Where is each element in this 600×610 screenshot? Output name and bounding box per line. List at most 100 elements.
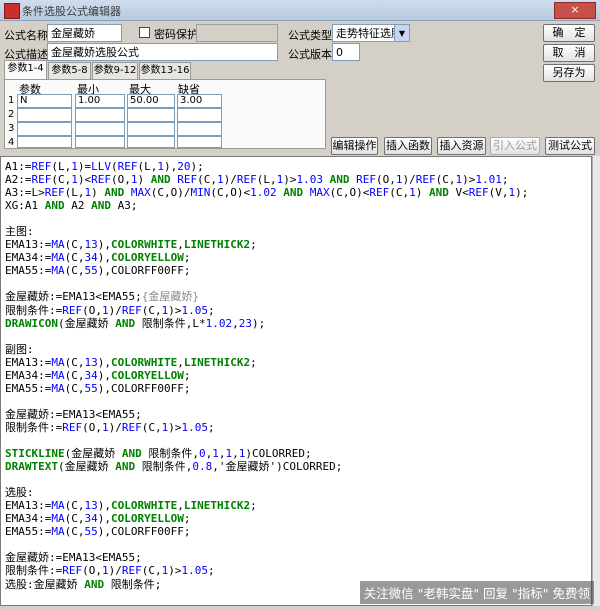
code-line[interactable]: EMA13:=MA(C,13),COLORWHITE,LINETHICK2; [5, 356, 528, 369]
code-line[interactable]: EMA34:=MA(C,34),COLORYELLOW; [5, 369, 528, 382]
code-line[interactable]: 金屋藏娇:=EMA13<EMA55; [5, 551, 528, 564]
code-token: 23 [238, 316, 252, 330]
code-token: (C,O)< [210, 186, 251, 200]
code-token: ), [164, 160, 178, 173]
code-line[interactable]: 限制条件:=REF(O,1)/REF(C,1)>1.05; [5, 564, 528, 577]
param-min-cell[interactable] [75, 136, 125, 148]
code-line[interactable]: 金屋藏娇:=EMA13<EMA55; [5, 408, 528, 421]
editor-scrollbar[interactable] [592, 156, 600, 606]
code-line[interactable]: STICKLINE(金屋藏娇 AND 限制条件,0,1,1,1)COLORRED… [5, 447, 528, 460]
code-token: 34 [84, 512, 98, 526]
code-line[interactable]: 限制条件:=REF(O,1)/REF(C,1)>1.05; [5, 421, 528, 434]
code-token: 1 [102, 420, 109, 434]
code-token: 1.02 [250, 186, 277, 200]
code-token: V< [448, 186, 469, 200]
code-token: ); [515, 186, 529, 200]
import-formula-button[interactable]: 引入公式 [490, 137, 540, 155]
code-line[interactable]: A2:=REF(C,1)<REF(O,1) AND REF(C,1)/REF(L… [5, 173, 528, 186]
code-token: 金屋藏娇:=EMA13<EMA55; [5, 551, 142, 565]
code-line[interactable] [5, 538, 528, 551]
ok-button[interactable]: 确 定 [543, 24, 595, 42]
code-line[interactable]: 选股: [5, 486, 528, 499]
param-name-cell[interactable] [17, 108, 72, 122]
code-line[interactable] [5, 277, 528, 290]
code-token: ( [111, 160, 118, 173]
param-default-cell[interactable] [177, 108, 222, 122]
param-max-cell[interactable] [127, 108, 175, 122]
param-min-cell[interactable] [75, 108, 125, 122]
formula-desc-input[interactable]: 金屋藏娇选股公式 [47, 43, 278, 61]
code-line[interactable]: 主图: [5, 225, 528, 238]
param-max-cell[interactable]: 50.00 [127, 94, 175, 108]
tab-params-1-4[interactable]: 参数1-4 [4, 60, 47, 80]
param-default-cell[interactable]: 3.00 [177, 94, 222, 108]
code-editor[interactable]: A1:=REF(L,1)=LLV(REF(L,1),20); A2:=REF(C,… [0, 156, 592, 606]
tab-params-5-8[interactable]: 参数5-8 [48, 62, 91, 79]
password-checkbox[interactable] [139, 27, 150, 38]
edit-operation-button[interactable]: 编辑操作 [331, 137, 378, 155]
code-token: (C, [64, 381, 85, 395]
close-button[interactable]: × [554, 2, 596, 19]
code-token: 1 [130, 173, 138, 187]
params-panel: 参数 最小 最大 缺省 1 N 1.00 50.00 3.00 2 3 4 [4, 79, 326, 149]
code-line[interactable] [5, 473, 528, 486]
code-token: 34 [84, 251, 98, 265]
code-line[interactable]: A1:=REF(L,1)=LLV(REF(L,1),20); [5, 160, 528, 173]
param-name-cell[interactable]: N [17, 94, 72, 108]
code-token: (C, [141, 564, 162, 578]
code-token: REF [31, 173, 52, 187]
code-line[interactable]: EMA34:=MA(C,34),COLORYELLOW; [5, 251, 528, 264]
code-line[interactable] [5, 395, 528, 408]
param-max-cell[interactable] [127, 122, 175, 136]
code-token: MAX [130, 186, 151, 200]
password-input[interactable] [196, 24, 278, 42]
code-line[interactable]: EMA55:=MA(C,55),COLORFF00FF; [5, 264, 528, 277]
insert-resource-button[interactable]: 插入资源 [437, 137, 486, 155]
param-min-cell[interactable]: 1.00 [75, 94, 125, 108]
save-as-button[interactable]: 另存为 [543, 64, 595, 82]
code-line[interactable]: 副图: [5, 343, 528, 356]
code-token: 选股:金屋藏娇 [5, 577, 85, 591]
formula-name-input[interactable]: 金屋藏娇 [47, 24, 122, 42]
formula-type-select[interactable]: 走势特征选股 ▼ [332, 24, 410, 42]
tab-params-9-12[interactable]: 参数9-12 [92, 62, 138, 79]
code-line[interactable]: EMA13:=MA(C,13),COLORWHITE,LINETHICK2; [5, 238, 528, 251]
code-text[interactable]: A1:=REF(L,1)=LLV(REF(L,1),20); A2:=REF(C,… [5, 160, 528, 591]
code-line[interactable]: XG:A1 AND A2 AND A3; [5, 199, 528, 212]
formula-version-input[interactable]: 0 [332, 43, 360, 61]
code-token: 限制条件; [104, 577, 162, 591]
param-max-cell[interactable] [127, 136, 175, 148]
code-line[interactable]: DRAWTEXT(金屋藏娇 AND 限制条件,0.8,'金屋藏娇')COLORR… [5, 460, 528, 473]
param-default-cell[interactable] [177, 136, 222, 148]
code-line[interactable] [5, 212, 528, 225]
code-token: AND [329, 173, 350, 187]
code-line[interactable]: EMA34:=MA(C,34),COLORYELLOW; [5, 512, 528, 525]
code-token: (C, [64, 238, 85, 252]
code-token: COLORYELLOW [110, 368, 184, 382]
param-min-cell[interactable] [75, 122, 125, 136]
code-line[interactable] [5, 330, 528, 343]
code-token: REF [44, 186, 65, 200]
tab-params-13-16[interactable]: 参数13-16 [139, 62, 191, 79]
code-token: AND [150, 173, 171, 187]
cancel-button[interactable]: 取 消 [543, 44, 595, 62]
code-token: ; [208, 303, 215, 317]
param-name-cell[interactable] [17, 136, 72, 148]
param-name-cell[interactable] [17, 122, 72, 136]
code-token: LINETHICK2 [183, 238, 251, 252]
code-line[interactable]: 限制条件:=REF(O,1)/REF(C,1)>1.05; [5, 304, 528, 317]
code-line[interactable] [5, 434, 528, 447]
code-line[interactable]: EMA55:=MA(C,55),COLORFF00FF; [5, 382, 528, 395]
code-line[interactable]: DRAWICON(金屋藏娇 AND 限制条件,L*1.02,23); [5, 317, 528, 330]
code-line[interactable]: 金屋藏娇:=EMA13<EMA55;{金屋藏娇} [5, 290, 528, 303]
code-token: 55 [84, 264, 98, 278]
param-default-cell[interactable] [177, 122, 222, 136]
code-line[interactable]: A3:=L>REF(L,1) AND MAX(C,O)/MIN(C,O)<1.0… [5, 186, 528, 199]
code-line[interactable]: EMA13:=MA(C,13),COLORWHITE,LINETHICK2; [5, 499, 528, 512]
code-line[interactable]: EMA55:=MA(C,55),COLORFF00FF; [5, 525, 528, 538]
code-token: 限制条件, [135, 460, 193, 474]
test-formula-button[interactable]: 测试公式 [545, 137, 595, 155]
code-token: )/ [108, 420, 122, 434]
insert-function-button[interactable]: 插入函数 [384, 137, 432, 155]
